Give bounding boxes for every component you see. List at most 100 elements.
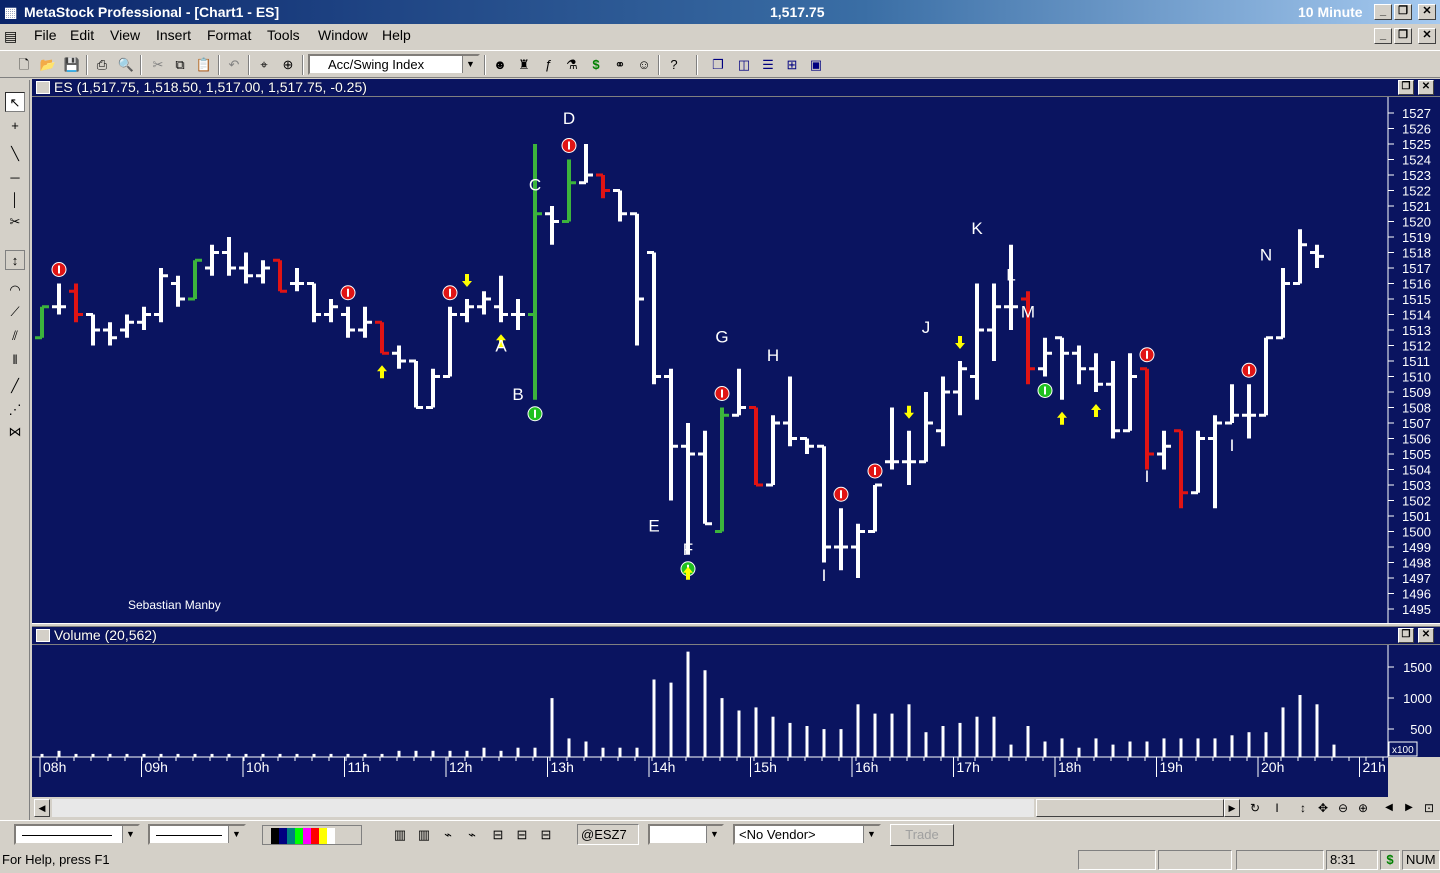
- doc-close-button[interactable]: ✕: [1418, 28, 1436, 44]
- zoom-in-icon[interactable]: ⊕: [1354, 799, 1372, 817]
- scroll-track[interactable]: [52, 799, 1034, 817]
- arrange-icon[interactable]: ▣: [806, 55, 826, 75]
- menu-file[interactable]: File: [34, 27, 57, 43]
- minimize-button[interactable]: _: [1374, 4, 1392, 20]
- drawing-tools: ↖ + ╲ ─ │ ✂ ↕ ◠ ⟋ ⫽ ‖ ╱ ⋰ ⋈: [0, 80, 30, 820]
- explorer-icon[interactable]: ♜: [514, 55, 534, 75]
- scroll-right-icon[interactable]: ▶: [1224, 799, 1240, 817]
- sell-signal-icon: [340, 285, 356, 301]
- chart-style-icon[interactable]: ▥: [390, 825, 410, 845]
- menu-insert[interactable]: Insert: [156, 27, 191, 43]
- new-file-icon[interactable]: 🗋: [14, 55, 34, 75]
- chevron-down-icon[interactable]: ▼: [462, 56, 478, 73]
- trade-button[interactable]: Trade: [890, 824, 954, 846]
- doc-restore-button[interactable]: ❐: [1394, 28, 1412, 44]
- copy-icon[interactable]: ⧉: [170, 55, 190, 75]
- scroll-left-icon[interactable]: ◀: [34, 799, 50, 817]
- menu-view[interactable]: View: [110, 27, 140, 43]
- chevron-down-icon[interactable]: ▼: [863, 826, 879, 843]
- cascade-icon[interactable]: ❐: [708, 55, 728, 75]
- color-swatches[interactable]: [271, 828, 351, 844]
- vertical-scale-icon[interactable]: ↕: [1294, 799, 1312, 817]
- sell-signal-icon: [561, 138, 577, 153]
- price-axis-label: 1509: [1402, 385, 1431, 400]
- split3-icon[interactable]: ⊟: [536, 825, 556, 845]
- gann-fan-tool-icon[interactable]: ⋰: [5, 400, 25, 420]
- fan-tool-icon[interactable]: ⟋: [5, 302, 25, 322]
- color-palette[interactable]: [262, 825, 362, 845]
- chart-style2-icon[interactable]: ▥: [414, 825, 434, 845]
- chart-style4-icon[interactable]: ⌁: [462, 825, 482, 845]
- tile-vertical-icon[interactable]: ◫: [734, 55, 754, 75]
- zoom-icon[interactable]: ⊕: [278, 55, 298, 75]
- context-help-icon[interactable]: ?: [664, 55, 684, 75]
- line-style-combo[interactable]: ▼: [14, 824, 140, 845]
- vendor-combo[interactable]: <No Vendor> ▼: [733, 824, 881, 845]
- cycle-lines-tool-icon[interactable]: ‖: [5, 350, 25, 370]
- expert-icon[interactable]: ☻: [490, 55, 510, 75]
- zoom-out-icon[interactable]: ⊖: [1334, 799, 1352, 817]
- menu-help[interactable]: Help: [382, 27, 411, 43]
- pan-end-icon[interactable]: ⊡: [1420, 799, 1438, 817]
- volume-menu-icon[interactable]: [36, 629, 50, 642]
- menu-format[interactable]: Format: [207, 27, 251, 43]
- people-icon[interactable]: ☺: [634, 55, 654, 75]
- split-icon[interactable]: ⊟: [488, 825, 508, 845]
- chart-style3-icon[interactable]: ⌁: [438, 825, 458, 845]
- paste-icon[interactable]: 📋: [194, 55, 214, 75]
- price-pane-maximize-button[interactable]: ❐: [1398, 80, 1414, 95]
- grid-tool-icon[interactable]: ⋈: [5, 422, 25, 442]
- print-preview-icon[interactable]: 🔍: [116, 55, 136, 75]
- horizontal-scrollbar[interactable]: ◀ ▶ ↻ I ↕ ✥ ⊖ ⊕ ◀ ▶ ⊡: [32, 797, 1440, 819]
- horizontal-line-tool-icon[interactable]: ─: [5, 168, 25, 188]
- formula-icon[interactable]: ƒ: [538, 55, 558, 75]
- binoculars-icon[interactable]: ⚭: [610, 55, 630, 75]
- chevron-down-icon[interactable]: ▼: [706, 826, 722, 843]
- document-icon[interactable]: ▤: [4, 28, 17, 45]
- chevron-down-icon[interactable]: ▼: [122, 826, 138, 843]
- volume-pane-close-button[interactable]: ✕: [1418, 628, 1434, 643]
- cut-icon[interactable]: ✂: [148, 55, 168, 75]
- symbol-field[interactable]: @ESZ7: [577, 824, 639, 845]
- line-weight-combo[interactable]: ▼: [148, 824, 246, 845]
- menu-tools[interactable]: Tools: [267, 27, 300, 43]
- split2-icon[interactable]: ⊟: [512, 825, 532, 845]
- doc-minimize-button[interactable]: _: [1374, 28, 1392, 44]
- dollar-icon[interactable]: $: [586, 55, 606, 75]
- volume-pane-maximize-button[interactable]: ❐: [1398, 628, 1414, 643]
- pan-right-icon[interactable]: ▶: [1400, 799, 1418, 817]
- restore-button[interactable]: ❐: [1394, 4, 1412, 20]
- volume-chart[interactable]: 1500 1000 500 x100 08h 09h 10h 11h 12h 13h 14h 15…: [32, 645, 1440, 797]
- scale-tool-icon[interactable]: ↕: [5, 250, 25, 270]
- crosshair-icon[interactable]: ⌖: [254, 55, 274, 75]
- tester-icon[interactable]: ⚗: [562, 55, 582, 75]
- timeframe-combo[interactable]: ▼: [648, 824, 724, 845]
- trendline-tool-icon[interactable]: ╲: [5, 144, 25, 164]
- pan-left-icon[interactable]: ◀: [1380, 799, 1398, 817]
- price-chart[interactable]: 1527152615251524152315221521152015191518…: [32, 97, 1440, 623]
- print-icon[interactable]: ⎙: [92, 55, 112, 75]
- arc-tool-icon[interactable]: ◠: [5, 280, 25, 300]
- menu-edit[interactable]: Edit: [70, 27, 94, 43]
- price-pane-close-button[interactable]: ✕: [1418, 80, 1434, 95]
- scroll-thumb[interactable]: [1036, 799, 1224, 817]
- pane-menu-icon[interactable]: [36, 81, 50, 94]
- open-folder-icon[interactable]: 📂: [38, 55, 58, 75]
- cursor-icon[interactable]: I: [1268, 799, 1286, 817]
- move-icon[interactable]: ✥: [1314, 799, 1332, 817]
- cross-tool-icon[interactable]: +: [5, 116, 25, 136]
- tile-grid-icon[interactable]: ⊞: [782, 55, 802, 75]
- zoom-reset-icon[interactable]: ↻: [1246, 799, 1264, 817]
- chevron-down-icon[interactable]: ▼: [228, 826, 244, 843]
- channel-tool-icon[interactable]: ⫽: [5, 326, 25, 346]
- close-button[interactable]: ✕: [1418, 4, 1436, 20]
- menu-window[interactable]: Window: [318, 27, 368, 43]
- indicator-combo[interactable]: Acc/Swing Index ▼: [308, 54, 480, 75]
- undo-icon[interactable]: ↶: [224, 55, 244, 75]
- tile-horizontal-icon[interactable]: ☰: [758, 55, 778, 75]
- line-tool-icon[interactable]: ╱: [5, 376, 25, 396]
- vertical-line-tool-icon[interactable]: │: [5, 190, 25, 210]
- scissors-tool-icon[interactable]: ✂: [5, 212, 25, 232]
- pointer-tool-icon[interactable]: ↖: [5, 92, 25, 112]
- save-icon[interactable]: 💾: [62, 55, 82, 75]
